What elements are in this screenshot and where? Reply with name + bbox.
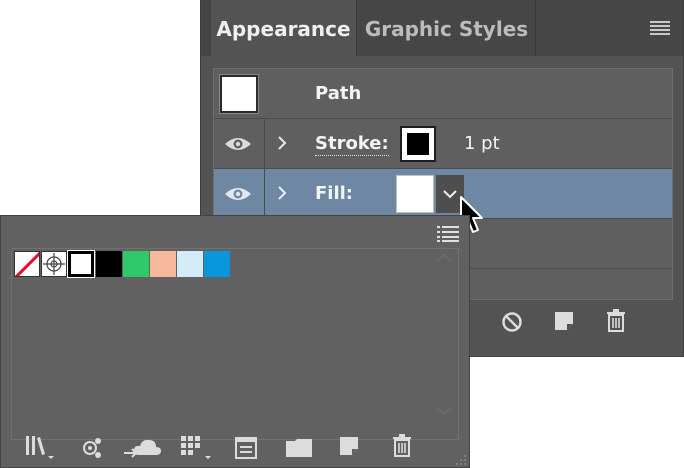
stroke-weight[interactable]: 1 pt [464, 133, 500, 155]
swatch-registration[interactable] [41, 251, 67, 277]
chevron-right-icon[interactable] [277, 135, 287, 151]
chevron-down-icon [443, 190, 457, 199]
object-type-label: Path [315, 83, 362, 104]
swatch-light-blue[interactable] [177, 251, 203, 277]
scroll-down-icon[interactable] [436, 407, 452, 416]
tab-graphic-styles[interactable]: Graphic Styles [358, 0, 536, 56]
resize-grip-icon[interactable] [453, 452, 467, 466]
new-color-group-icon[interactable] [235, 437, 257, 459]
swatch-options-icon[interactable] [181, 435, 213, 461]
fill-row[interactable]: Fill: [214, 169, 672, 219]
path-row[interactable]: Path [214, 69, 672, 119]
stroke-color-fill [407, 133, 429, 155]
eye-icon[interactable] [224, 136, 252, 152]
row-divider [264, 119, 265, 168]
scroll-up-icon[interactable] [436, 253, 452, 262]
new-swatch-icon[interactable] [285, 438, 313, 458]
stroke-row[interactable]: Stroke: 1 pt [214, 119, 672, 169]
stroke-swatch[interactable] [400, 126, 436, 162]
fill-label: Fill: [315, 183, 354, 204]
chevron-right-icon[interactable] [277, 185, 287, 201]
tab-bar: Appearance Graphic Styles [201, 0, 683, 56]
row-divider [264, 169, 265, 218]
swatch-none[interactable] [14, 251, 40, 277]
swatch-black[interactable] [96, 251, 122, 277]
swatch-blue[interactable] [204, 251, 230, 277]
new-item-icon[interactable] [338, 435, 360, 457]
path-thumbnail [219, 74, 259, 114]
add-to-library-icon[interactable] [123, 435, 163, 461]
show-swatch-kinds-icon[interactable] [80, 437, 102, 459]
tab-appearance[interactable]: Appearance [211, 0, 357, 56]
swatch-libraries-icon[interactable] [25, 435, 55, 459]
stroke-label[interactable]: Stroke: [315, 133, 389, 156]
delete-swatch-icon[interactable] [391, 434, 413, 458]
panel-menu-icon[interactable] [650, 21, 670, 35]
list-view-icon[interactable] [437, 226, 459, 242]
delete-item-icon[interactable] [605, 309, 627, 333]
swatch-peach[interactable] [150, 251, 176, 277]
swatch-white[interactable] [67, 250, 95, 278]
swatches-popup [0, 215, 470, 468]
swatch-green[interactable] [123, 251, 149, 277]
fill-swatch[interactable] [396, 175, 434, 213]
swatch-grid [11, 248, 459, 440]
eye-icon[interactable] [224, 186, 252, 202]
duplicate-item-icon[interactable] [553, 310, 575, 332]
clear-appearance-icon[interactable] [501, 311, 523, 333]
